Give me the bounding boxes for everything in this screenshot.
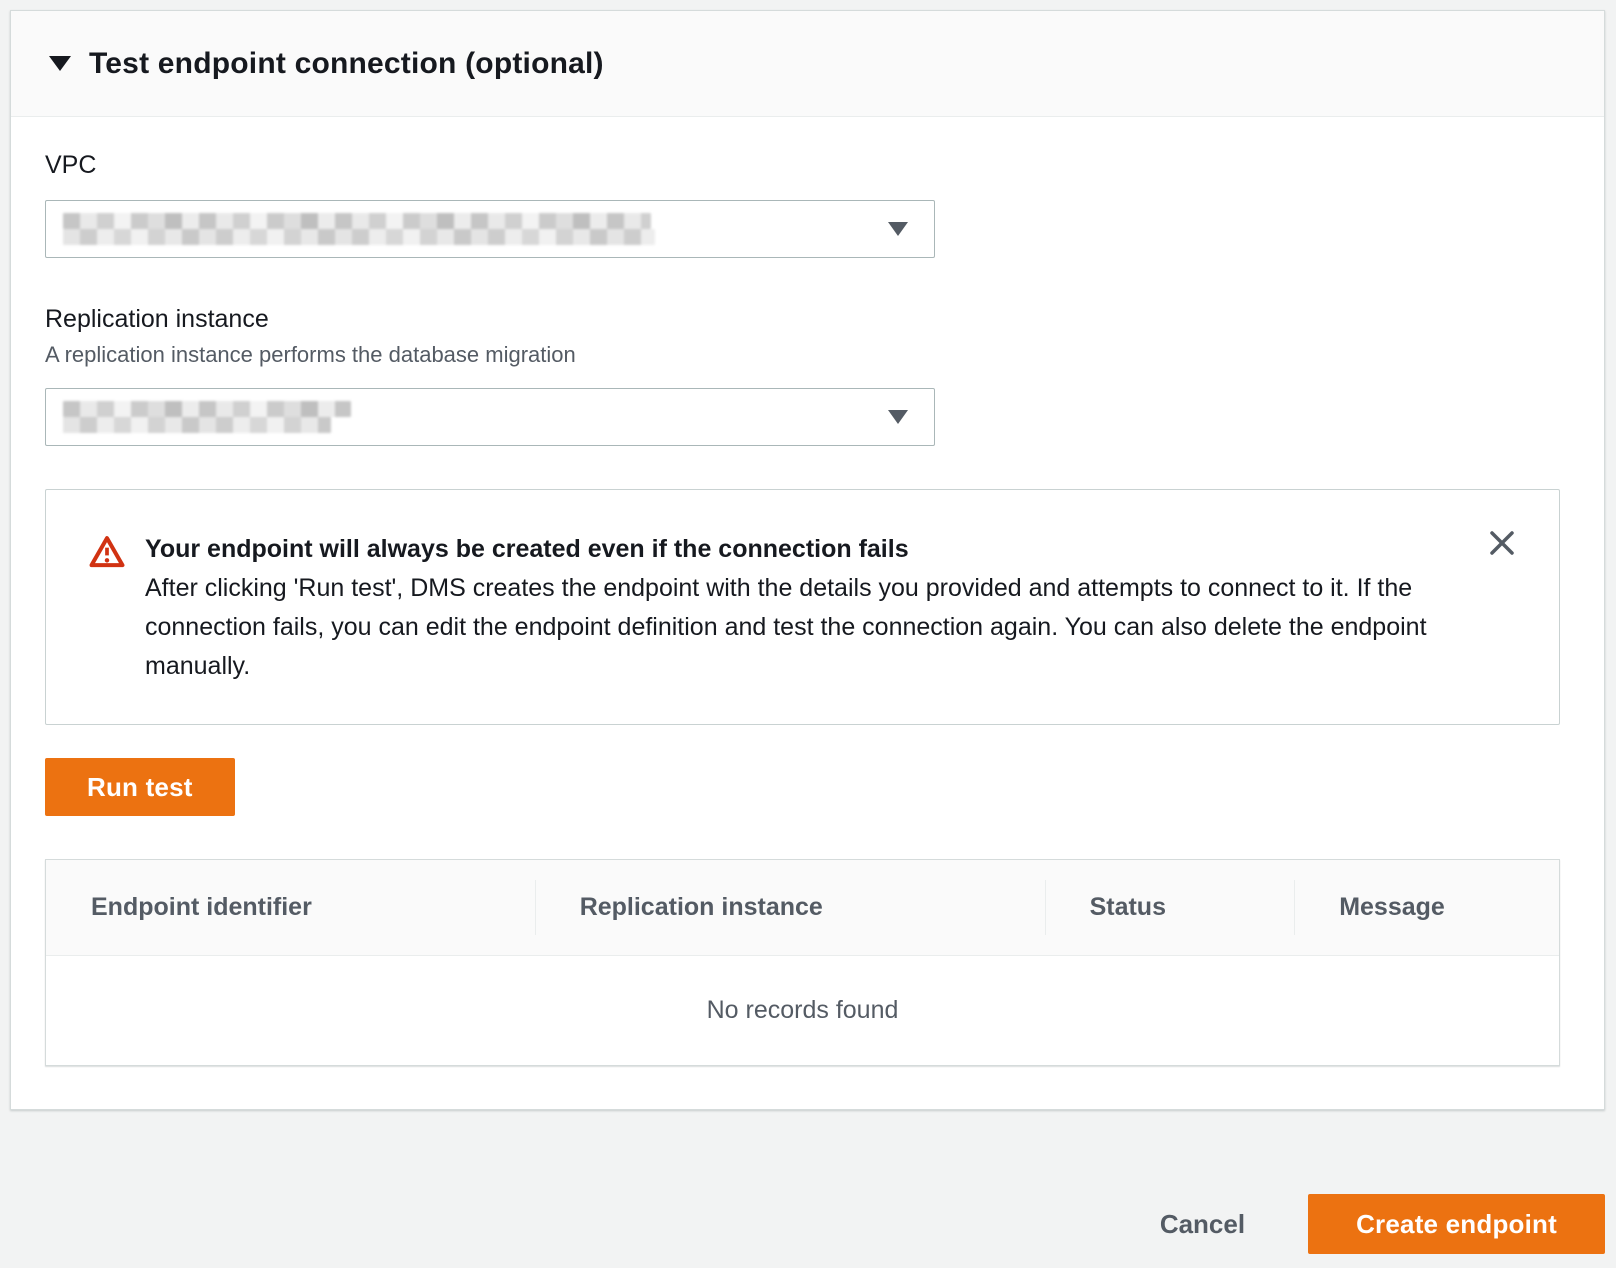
replication-instance-field: Replication instance A replication insta…: [45, 304, 1560, 446]
warning-alert-content: Your endpoint will always be created eve…: [145, 530, 1445, 686]
replication-instance-label: Replication instance: [45, 304, 1560, 334]
close-icon[interactable]: [1485, 526, 1519, 560]
column-header-replication-instance: Replication instance: [535, 860, 1045, 955]
chevron-down-icon: [888, 222, 908, 236]
vpc-select[interactable]: [45, 200, 935, 258]
replication-instance-select[interactable]: [45, 388, 935, 446]
cancel-button[interactable]: Cancel: [1160, 1209, 1245, 1240]
form-actions-footer: Cancel Create endpoint: [0, 1194, 1605, 1254]
vpc-select-value-redacted: [63, 213, 934, 245]
column-header-status: Status: [1045, 860, 1295, 955]
column-header-endpoint-identifier: Endpoint identifier: [46, 860, 535, 955]
vpc-field: VPC: [45, 150, 1560, 258]
test-endpoint-connection-panel: Test endpoint connection (optional) VPC …: [10, 10, 1605, 1110]
run-test-button[interactable]: Run test: [45, 758, 235, 816]
replication-instance-value-redacted: [63, 401, 934, 433]
triangle-down-icon: [49, 56, 71, 71]
chevron-down-icon: [888, 410, 908, 424]
vpc-label: VPC: [45, 150, 1560, 180]
column-header-message: Message: [1294, 860, 1559, 955]
table-empty-state: No records found: [46, 956, 1559, 1065]
panel-title: Test endpoint connection (optional): [89, 47, 604, 81]
create-endpoint-button[interactable]: Create endpoint: [1308, 1194, 1605, 1254]
replication-instance-description: A replication instance performs the data…: [45, 342, 1560, 368]
warning-alert-title: Your endpoint will always be created eve…: [145, 530, 1445, 569]
panel-header-toggle[interactable]: Test endpoint connection (optional): [11, 11, 1604, 117]
table-header-row: Endpoint identifier Replication instance…: [46, 860, 1559, 956]
test-results-table: Endpoint identifier Replication instance…: [45, 859, 1560, 1066]
panel-body: VPC Replication instance A replication i…: [11, 117, 1604, 1109]
warning-alert-body: After clicking 'Run test', DMS creates t…: [145, 569, 1445, 686]
warning-alert: Your endpoint will always be created eve…: [45, 489, 1560, 725]
warning-triangle-icon: [88, 535, 126, 574]
